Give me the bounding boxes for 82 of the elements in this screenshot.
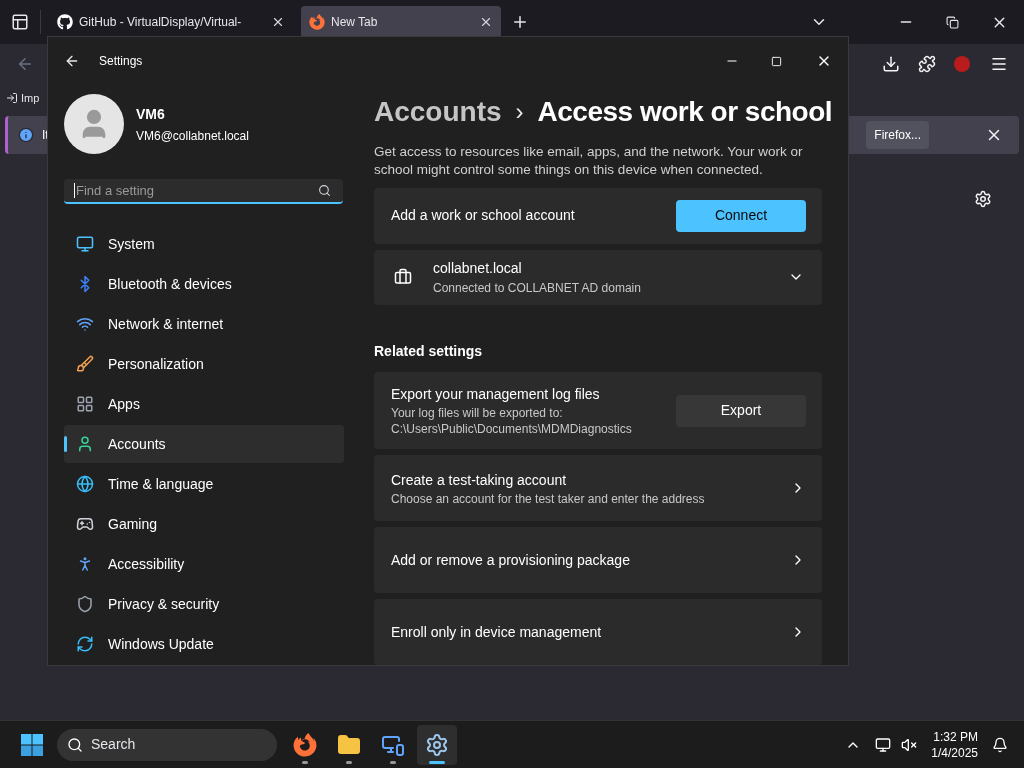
nav-item[interactable]: Bluetooth & devices — [64, 265, 344, 303]
nav-item[interactable]: Accounts — [64, 425, 344, 463]
settings-search-field[interactable]: Find a setting — [64, 179, 343, 204]
maximize-icon[interactable] — [771, 55, 782, 67]
search-icon — [318, 184, 331, 197]
restore-icon[interactable] — [946, 15, 959, 29]
breadcrumb-parent[interactable]: Accounts — [374, 91, 502, 133]
tab-list-icon[interactable] — [11, 13, 29, 31]
connection-detail: Connected to COLLABNET AD domain — [433, 279, 642, 297]
related-setting-card[interactable]: Export your management log files Your log files will be exported to: C:\Users\Public\Documents\MDMDiagnostics Export — [374, 372, 822, 449]
nav-item[interactable]: Privacy & security — [64, 585, 344, 623]
notifications-icon[interactable] — [992, 736, 1008, 753]
user-icon — [76, 435, 94, 453]
back-icon[interactable] — [64, 53, 80, 69]
info-icon — [18, 127, 34, 143]
page-description: Get access to resources like email, apps, and the network. Your work or school might control some things on this device when connected. — [374, 143, 804, 179]
network-icon[interactable] — [875, 736, 892, 753]
firefox-button[interactable]: Firefox... — [866, 121, 929, 149]
related-setting-card[interactable]: Create a test-taking account Choose an account for the test taker and enter the address — [374, 455, 822, 521]
brush-icon — [76, 355, 94, 373]
grid-icon — [76, 395, 94, 413]
search-icon — [67, 736, 83, 753]
tab-title: GitHub - VirtualDisplay/Virtual- — [79, 14, 243, 31]
firefox-icon — [293, 732, 317, 757]
setting-title: Enroll only in device management — [391, 622, 603, 642]
settings-icon[interactable] — [974, 190, 992, 208]
connection-name: collabnet.local — [433, 258, 523, 278]
related-setting-card[interactable]: Enroll only in device management — [374, 599, 822, 665]
search-placeholder: Find a setting — [76, 181, 156, 200]
nav-item[interactable]: Personalization — [64, 345, 344, 383]
close-tab-icon[interactable] — [479, 15, 493, 29]
setting-subtitle: Choose an account for the test taker and enter the address — [391, 490, 706, 507]
extensions-icon[interactable] — [918, 55, 936, 73]
folder-icon — [337, 732, 361, 757]
nav-item[interactable]: Network & internet — [64, 305, 344, 343]
taskbar-search-field[interactable]: Search — [57, 728, 277, 761]
download-icon[interactable] — [882, 55, 900, 73]
globe-icon — [76, 475, 94, 493]
user-name: VM6 — [136, 104, 166, 124]
bookmark-label[interactable]: Imp — [21, 89, 40, 107]
taskbar-app[interactable] — [417, 724, 457, 765]
search-label: Search — [91, 735, 136, 754]
wifi-icon — [76, 315, 94, 333]
setting-title: Add or remove a provisioning package — [391, 550, 631, 570]
setting-title: Create a test-taking account — [391, 470, 568, 490]
nav-item[interactable]: Gaming — [64, 505, 344, 543]
connect-button[interactable]: Connect — [676, 199, 806, 232]
menu-icon[interactable] — [990, 55, 1008, 73]
clock-time[interactable]: 1:32 PM — [933, 728, 978, 745]
user-email: VM6@collabnet.local — [136, 127, 249, 145]
setting-subtitle: Your log files will be exported to: C:\Users\Public\Documents\MDMDiagnostics — [391, 405, 633, 437]
nav-item[interactable]: Accessibility — [64, 545, 344, 583]
muted-speaker-icon[interactable] — [901, 736, 918, 753]
browser-tab[interactable]: New Tab — [301, 6, 501, 38]
setting-title: Export your management log files — [391, 385, 601, 404]
page-title: Access work or school — [537, 95, 833, 129]
add-account-label: Add a work or school account — [391, 206, 576, 226]
connection-card[interactable]: collabnet.local Connected to COLLABNET AD domain — [374, 249, 822, 305]
nav-item[interactable]: Apps — [64, 385, 344, 423]
tab-title: New Tab — [331, 14, 379, 31]
shield-icon — [76, 595, 94, 613]
window-title: Settings — [99, 53, 143, 70]
nav-item[interactable]: Time & language — [64, 465, 344, 503]
section-heading: Related settings — [374, 342, 484, 361]
related-setting-card[interactable]: Add or remove a provisioning package — [374, 527, 822, 593]
export-button[interactable]: Export — [676, 394, 806, 427]
import-icon[interactable] — [6, 92, 18, 104]
briefcase-icon — [394, 268, 412, 287]
clock-date[interactable]: 1/4/2025 — [931, 744, 978, 761]
close-tab-icon[interactable] — [271, 15, 285, 29]
gamepad-icon — [76, 515, 94, 533]
monitor-icon — [76, 235, 94, 253]
gear-icon — [425, 732, 449, 757]
nav-item[interactable]: System — [64, 225, 344, 263]
refresh-icon — [76, 635, 94, 653]
new-tab-icon[interactable] — [511, 13, 529, 31]
browser-tab[interactable]: GitHub - VirtualDisplay/Virtual- — [49, 6, 293, 38]
github-icon — [57, 14, 73, 30]
windows-logo-icon[interactable] — [20, 732, 44, 757]
breadcrumb-separator: › — [515, 97, 524, 127]
nav-item[interactable]: Windows Update — [64, 625, 344, 663]
firefox-icon — [309, 14, 325, 30]
